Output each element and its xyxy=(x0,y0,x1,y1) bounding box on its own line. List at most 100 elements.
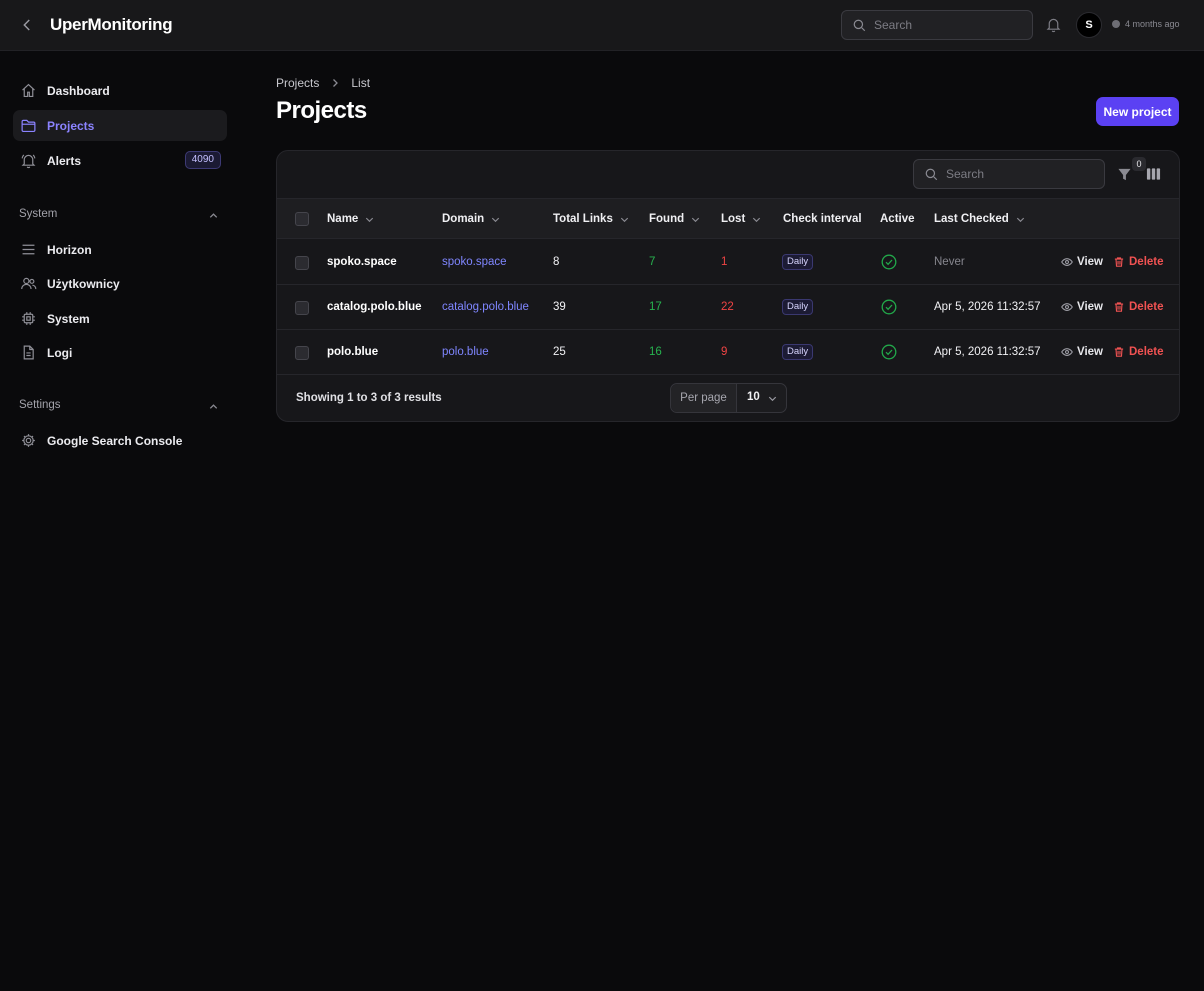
notifications-bell-icon[interactable] xyxy=(1045,16,1062,33)
column-header-name[interactable]: Name xyxy=(327,213,375,225)
row-checkbox[interactable] xyxy=(295,256,309,270)
per-page-value[interactable]: 10 xyxy=(747,391,760,403)
column-header-found[interactable]: Found xyxy=(649,213,701,225)
check-circle-icon xyxy=(881,344,897,360)
view-button[interactable]: View xyxy=(1061,346,1103,358)
row-checkbox[interactable] xyxy=(295,301,309,315)
sidebar-item-label: Dashboard xyxy=(47,84,110,98)
clock-icon xyxy=(1112,20,1120,28)
sidebar-item-projects[interactable]: Projects xyxy=(13,110,227,141)
lost-value: 22 xyxy=(721,301,734,313)
trash-icon xyxy=(1113,256,1125,268)
sidebar-item-google-search-console[interactable]: Google Search Console xyxy=(13,425,227,456)
table-search-input[interactable] xyxy=(946,165,1096,183)
table-row[interactable]: spoko.space spoko.space 8 7 1 Daily Neve… xyxy=(277,240,1179,285)
last-update-indicator: 4 months ago xyxy=(1112,19,1180,29)
check-interval-badge: Daily xyxy=(782,344,814,360)
project-domain-link[interactable]: spoko.space xyxy=(442,256,507,268)
column-label: Active xyxy=(880,213,915,225)
view-button[interactable]: View xyxy=(1061,301,1103,313)
filter-count-badge: 0 xyxy=(1132,157,1146,171)
sidebar-item-label: Google Search Console xyxy=(47,434,183,448)
per-page-select[interactable]: Per page 10 xyxy=(670,383,787,413)
view-label: View xyxy=(1077,256,1103,268)
column-header-last-checked[interactable]: Last Checked xyxy=(934,213,1026,225)
project-name[interactable]: spoko.space xyxy=(327,256,397,268)
sidebar-item-users[interactable]: Użytkownicy xyxy=(13,268,227,299)
sidebar-group-label: System xyxy=(19,208,58,220)
last-update-text: 4 months ago xyxy=(1125,19,1180,29)
trash-icon xyxy=(1113,346,1125,358)
sidebar-item-label: System xyxy=(47,312,90,326)
folder-icon xyxy=(20,117,37,134)
row-checkbox[interactable] xyxy=(295,346,309,360)
chevron-down-icon xyxy=(1015,214,1026,225)
project-domain-link[interactable]: catalog.polo.blue xyxy=(442,301,529,313)
table-search[interactable] xyxy=(913,159,1105,189)
chevron-right-icon xyxy=(329,77,341,89)
column-header-total-links[interactable]: Total Links xyxy=(553,213,630,225)
gear-icon xyxy=(20,432,37,449)
sidebar-item-logs[interactable]: Logi xyxy=(13,337,227,368)
column-label: Found xyxy=(649,213,685,225)
chevron-up-icon xyxy=(208,210,219,221)
table-row[interactable]: catalog.polo.blue catalog.polo.blue 39 1… xyxy=(277,285,1179,330)
found-value: 17 xyxy=(649,301,662,313)
delete-label: Delete xyxy=(1129,346,1164,358)
eye-icon xyxy=(1061,301,1073,313)
check-interval-badge: Daily xyxy=(782,299,814,315)
delete-button[interactable]: Delete xyxy=(1113,301,1164,313)
column-label: Name xyxy=(327,213,359,225)
check-circle-icon xyxy=(881,254,897,270)
new-project-button[interactable]: New project xyxy=(1096,97,1179,126)
sidebar-item-label: Alerts xyxy=(47,154,82,168)
last-checked-value: Apr 5, 2026 11:32:57 xyxy=(934,346,1041,358)
column-header-lost[interactable]: Lost xyxy=(721,213,762,225)
sidebar-item-system[interactable]: System xyxy=(13,303,227,334)
trash-icon xyxy=(1113,301,1125,313)
found-value: 16 xyxy=(649,346,662,358)
top-bar: UperMonitoring S 4 months ago xyxy=(0,0,1204,51)
sidebar-item-label: Logi xyxy=(47,346,73,360)
sidebar-item-label: Użytkownicy xyxy=(47,277,120,291)
check-interval-badge: Daily xyxy=(782,254,814,270)
back-arrow-icon[interactable] xyxy=(18,16,36,34)
project-name[interactable]: catalog.polo.blue xyxy=(327,301,422,313)
page-title: Projects xyxy=(276,97,367,124)
chevron-down-icon xyxy=(751,214,762,225)
global-search-input[interactable] xyxy=(874,16,1024,34)
column-label: Last Checked xyxy=(934,213,1009,225)
table-header: Name Domain Total Links Found Lost Check… xyxy=(277,198,1179,239)
last-checked-value: Never xyxy=(934,256,965,268)
sidebar-group-system[interactable]: System xyxy=(19,208,219,224)
column-header-domain[interactable]: Domain xyxy=(442,213,501,225)
sidebar-item-label: Horizon xyxy=(47,243,92,257)
view-label: View xyxy=(1077,301,1103,313)
sidebar-item-dashboard[interactable]: Dashboard xyxy=(13,75,227,106)
project-domain-link[interactable]: polo.blue xyxy=(442,346,489,358)
per-page-label: Per page xyxy=(671,384,737,412)
column-label: Check interval xyxy=(783,213,862,225)
table-row[interactable]: polo.blue polo.blue 25 16 9 Daily Apr 5,… xyxy=(277,330,1179,375)
breadcrumb-projects[interactable]: Projects xyxy=(276,76,319,90)
delete-button[interactable]: Delete xyxy=(1113,346,1164,358)
user-avatar[interactable]: S xyxy=(1076,12,1102,38)
chevron-down-icon xyxy=(619,214,630,225)
delete-button[interactable]: Delete xyxy=(1113,256,1164,268)
sidebar-item-alerts[interactable]: Alerts 4090 xyxy=(13,145,227,176)
sidebar-group-settings[interactable]: Settings xyxy=(19,399,219,415)
chevron-down-icon xyxy=(364,214,375,225)
project-name[interactable]: polo.blue xyxy=(327,346,378,358)
cpu-chip-icon xyxy=(20,310,37,327)
select-all-checkbox[interactable] xyxy=(295,212,309,226)
delete-label: Delete xyxy=(1129,256,1164,268)
columns-toggle-icon[interactable] xyxy=(1146,167,1161,181)
view-button[interactable]: View xyxy=(1061,256,1103,268)
projects-table-card: 0 Name Domain Total Links Found Lost Che… xyxy=(276,150,1180,422)
global-search[interactable] xyxy=(841,10,1033,40)
view-label: View xyxy=(1077,346,1103,358)
lost-value: 9 xyxy=(721,346,728,358)
filter-icon[interactable] xyxy=(1117,167,1132,182)
sidebar-item-horizon[interactable]: Horizon xyxy=(13,234,227,265)
home-icon xyxy=(20,82,37,99)
